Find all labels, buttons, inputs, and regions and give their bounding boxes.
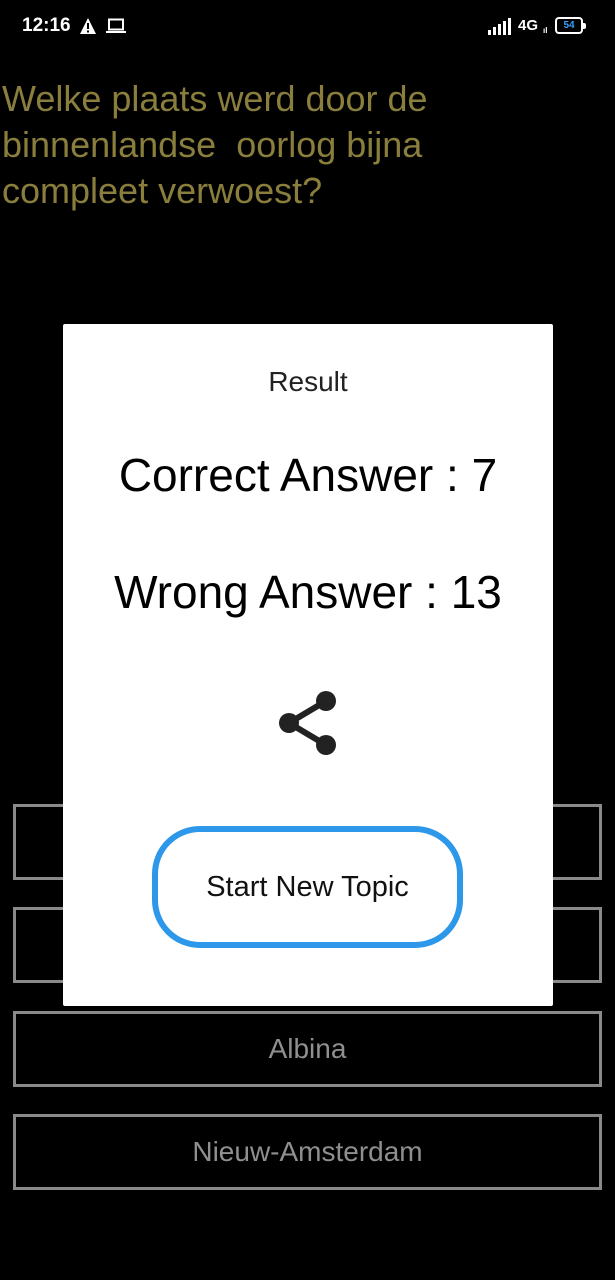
question-text: Welke plaats werd door de binnenlandse o… xyxy=(2,78,428,211)
network-activity: ıl xyxy=(543,26,548,35)
answer-option-label: Nieuw-Amsterdam xyxy=(192,1136,423,1167)
start-new-topic-button[interactable]: Start New Topic xyxy=(152,826,463,948)
correct-answer-count: Correct Answer : 7 xyxy=(118,449,498,501)
answer-option-label: Albina xyxy=(268,1033,347,1064)
battery-icon: 54 xyxy=(555,17,586,34)
laptop-icon xyxy=(106,18,126,33)
status-time: 12:16 xyxy=(22,15,71,36)
warning-icon xyxy=(80,18,96,34)
network-type: 4G xyxy=(518,17,539,34)
dialog-title: Result xyxy=(268,366,348,397)
answer-option-3[interactable]: Albina xyxy=(13,1011,602,1087)
signal-icon xyxy=(488,18,511,35)
share-icon[interactable] xyxy=(276,688,340,758)
wrong-answer-count: Wrong Answer : 13 xyxy=(114,566,502,618)
answer-option-4[interactable]: Nieuw-Amsterdam xyxy=(13,1114,602,1190)
status-bar: 12:16 4G ıl 54 xyxy=(0,0,615,56)
start-new-topic-label: Start New Topic xyxy=(206,870,409,903)
result-dialog: Result Correct Answer : 7 Wrong Answer :… xyxy=(63,324,553,1006)
screen: 12:16 4G ıl 54 Welke plaats werd door de… xyxy=(0,0,615,1280)
